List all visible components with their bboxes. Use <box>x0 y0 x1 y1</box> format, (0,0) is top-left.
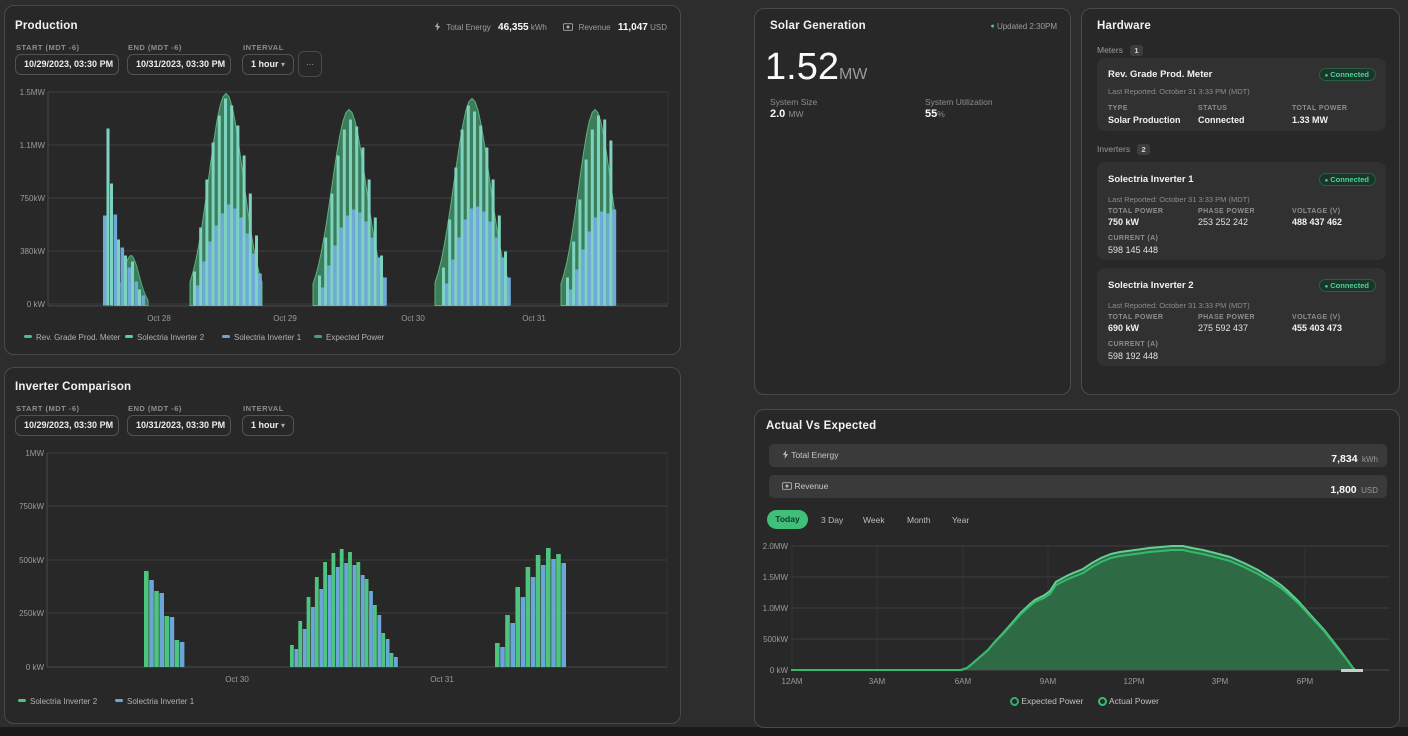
svg-text:1.5MW: 1.5MW <box>763 573 789 582</box>
svg-text:500kW: 500kW <box>763 635 788 644</box>
svg-text:0 kW: 0 kW <box>26 663 45 672</box>
svg-text:6AM: 6AM <box>955 677 972 686</box>
svg-text:3PM: 3PM <box>1212 677 1229 686</box>
svg-text:2.0MW: 2.0MW <box>763 542 789 551</box>
svg-text:380kW: 380kW <box>20 247 45 256</box>
svg-text:6PM: 6PM <box>1297 677 1314 686</box>
svg-text:Oct 29: Oct 29 <box>273 314 297 323</box>
svg-text:Oct 31: Oct 31 <box>430 675 454 684</box>
svg-text:Oct 31: Oct 31 <box>522 314 546 323</box>
svg-text:0 kW: 0 kW <box>27 300 46 309</box>
svg-text:750kW: 750kW <box>20 194 45 203</box>
svg-text:500kW: 500kW <box>19 556 44 565</box>
svg-text:Oct 30: Oct 30 <box>401 314 425 323</box>
svg-text:Oct 30: Oct 30 <box>225 675 249 684</box>
svg-text:0 kW: 0 kW <box>770 666 789 675</box>
svg-text:1MW: 1MW <box>25 449 44 458</box>
svg-text:Oct 28: Oct 28 <box>147 314 171 323</box>
svg-text:3AM: 3AM <box>869 677 886 686</box>
svg-text:750kW: 750kW <box>19 502 44 511</box>
svg-text:12PM: 12PM <box>1124 677 1145 686</box>
svg-text:12AM: 12AM <box>782 677 803 686</box>
svg-text:1.5MW: 1.5MW <box>20 88 46 97</box>
svg-text:250kW: 250kW <box>19 609 44 618</box>
svg-text:1.0MW: 1.0MW <box>763 604 789 613</box>
svg-text:9AM: 9AM <box>1040 677 1057 686</box>
svg-text:1.1MW: 1.1MW <box>20 141 46 150</box>
